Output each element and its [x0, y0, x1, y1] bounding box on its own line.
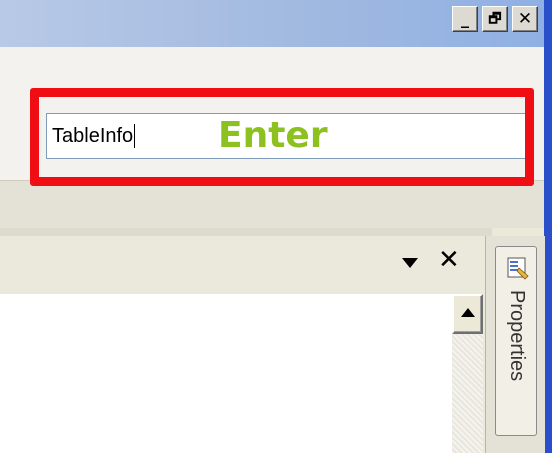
properties-icon: [507, 257, 529, 280]
close-window-button[interactable]: ✕: [512, 6, 538, 32]
close-icon: ✕: [517, 8, 533, 29]
panel-header-edge: [0, 228, 492, 236]
enter-callout: Enter: [218, 115, 328, 156]
scroll-up-button[interactable]: [452, 294, 483, 334]
panel-content: [0, 294, 452, 453]
panel-close-icon[interactable]: ✕: [438, 247, 460, 273]
restore-button[interactable]: 🗗: [482, 6, 508, 32]
title-bar: _ 🗗 ✕: [0, 0, 552, 47]
properties-tab-label: Properties: [506, 290, 528, 382]
minimize-button[interactable]: _: [452, 6, 478, 32]
window-border: [544, 0, 552, 453]
toolbar-separator: [0, 180, 544, 228]
chevron-down-icon[interactable]: [402, 258, 418, 268]
window-controls: _ 🗗 ✕: [452, 6, 538, 32]
minimize-icon: _: [461, 9, 469, 28]
restore-icon: 🗗: [488, 11, 502, 27]
